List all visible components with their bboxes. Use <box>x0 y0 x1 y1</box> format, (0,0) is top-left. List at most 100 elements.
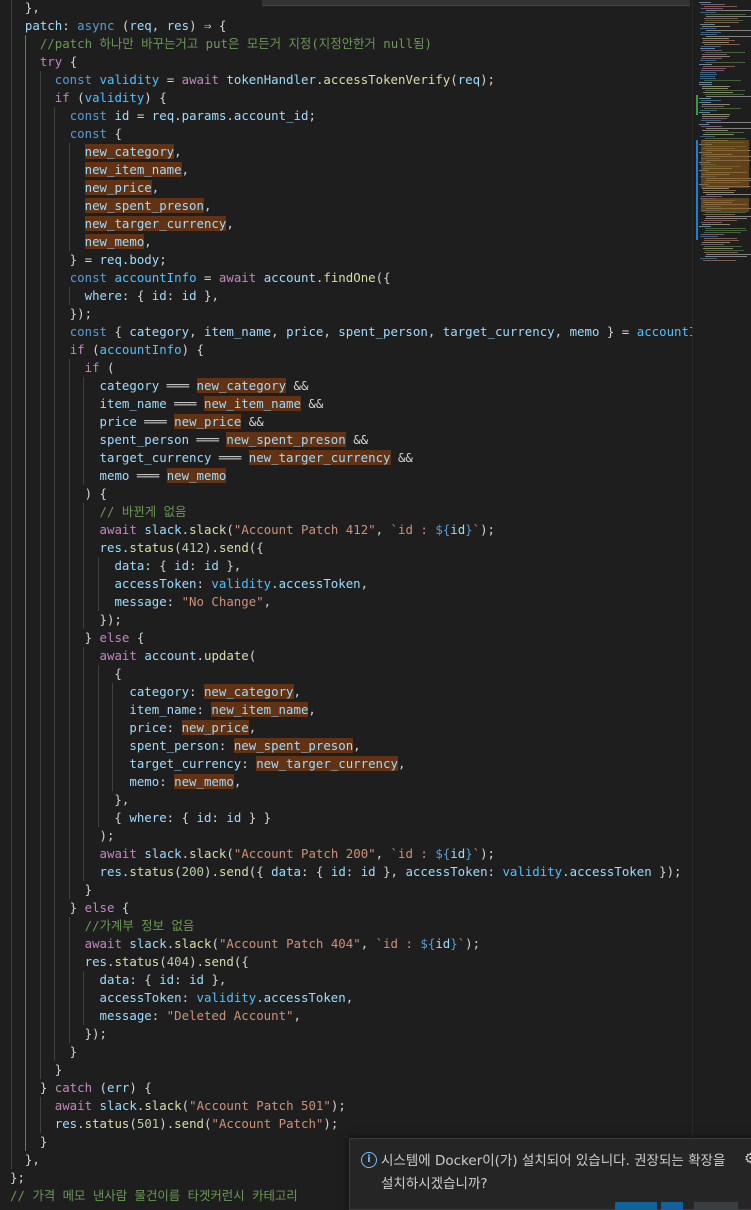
minimap-line <box>702 118 727 119</box>
minimap-line <box>701 222 722 223</box>
minimap-line <box>704 240 739 241</box>
code-line: await slack.slack("Account Patch 200", `… <box>99 846 496 861</box>
minimap-line <box>705 138 746 139</box>
code-line: accessToken: validity.accessToken, <box>99 990 354 1005</box>
code-line: try { <box>39 54 78 69</box>
minimap-line <box>704 246 742 247</box>
minimap-line <box>705 20 743 21</box>
code-line: message: "No Change", <box>114 594 272 609</box>
minimap-gutter-mark <box>696 140 698 240</box>
minimap-line <box>700 74 717 75</box>
code-line: category ═══ new_category && <box>99 378 309 393</box>
code-line: spent_person: new_spent_preson, <box>129 738 361 753</box>
code-line: }); <box>10 612 122 627</box>
code-line: data: { id: id }, <box>99 972 227 987</box>
minimap-line <box>702 56 730 57</box>
code-line: await slack.slack("Account Patch 412", `… <box>99 522 496 537</box>
minimap-line <box>700 236 718 237</box>
minimap-line <box>704 108 741 109</box>
minimap-line <box>702 86 730 87</box>
dismiss-button[interactable] <box>694 1202 738 1210</box>
code-line: }); <box>10 306 93 321</box>
code-line: await account.update( <box>99 648 257 663</box>
code-line: const id = req.params.account_id; <box>69 108 316 123</box>
minimap-line <box>705 90 745 91</box>
minimap-line <box>701 120 721 121</box>
minimap-gutter-mark <box>696 95 698 115</box>
minimap-line <box>702 224 730 225</box>
minimap-line <box>705 14 746 15</box>
code-line: } <box>10 1134 48 1149</box>
minimap-line <box>700 76 715 77</box>
minimap-line <box>703 248 733 249</box>
minimap-line <box>701 8 723 9</box>
minimap-line <box>704 238 737 239</box>
minimap-line <box>705 256 747 257</box>
code-line: item_name ═══ new_item_name && <box>99 396 324 411</box>
minimap-line <box>699 2 711 3</box>
code-line: { <box>10 666 122 681</box>
code-line: { where: { id: id } } <box>10 810 272 825</box>
minimap[interactable] <box>692 0 751 1205</box>
minimap-line <box>699 82 712 83</box>
minimap-line <box>703 190 736 191</box>
code-line: } catch (err) { <box>10 1080 152 1095</box>
minimap-line <box>704 18 738 19</box>
code-line: res.status(200).send({ data: { id: id },… <box>99 864 682 879</box>
code-editor[interactable]: }, patch: async (req, res) ⇒ { //patch 하… <box>0 0 692 1205</box>
minimap-line <box>705 212 746 213</box>
code-line: }, <box>10 0 40 15</box>
code-line: new_targer_currency, <box>84 216 234 231</box>
code-line: message: "Deleted Account", <box>99 1008 301 1023</box>
code-line: target_currency: new_targer_currency, <box>129 756 406 771</box>
minimap-line <box>700 28 716 29</box>
minimap-highlight <box>701 140 749 170</box>
minimap-line <box>706 30 751 31</box>
minimap-line <box>701 32 721 33</box>
minimap-line <box>700 34 717 35</box>
minimap-line <box>702 38 729 39</box>
minimap-line <box>702 104 730 105</box>
show-recommendations-button[interactable] <box>661 1202 683 1210</box>
minimap-line <box>701 50 722 51</box>
minimap-line <box>699 64 712 65</box>
code-line: const { category, item_name, price, spen… <box>69 324 692 339</box>
notification-toast[interactable]: i 시스템에 Docker이(가) 설치되어 있습니다. 권장되는 확장을 설치… <box>349 1138 751 1210</box>
minimap-line <box>704 232 741 233</box>
minimap-line <box>699 84 712 85</box>
minimap-line <box>704 220 737 221</box>
gear-icon[interactable]: ⚙ <box>744 1151 751 1167</box>
code-line: spent_person ═══ new_spent_preson && <box>99 432 369 447</box>
code-line: }, <box>10 792 130 807</box>
code-line: memo: new_memo, <box>129 774 242 789</box>
code-line: ) { <box>10 486 107 501</box>
code-line: new_price, <box>84 180 160 195</box>
minimap-line <box>706 254 751 255</box>
minimap-line <box>701 106 724 107</box>
minimap-line <box>700 60 716 61</box>
minimap-line <box>700 72 716 73</box>
code-line: new_item_name, <box>84 162 190 177</box>
code-line: patch: async (req, res) ⇒ { <box>24 18 227 33</box>
code-line: res.status(412).send({ <box>99 540 264 555</box>
code-line: const validity = await tokenHandler.acce… <box>54 72 496 87</box>
minimap-line <box>702 114 730 115</box>
minimap-line <box>701 126 722 127</box>
minimap-line <box>702 242 730 243</box>
minimap-line <box>706 216 751 217</box>
minimap-line <box>703 66 735 67</box>
minimap-line <box>705 230 747 231</box>
code-line: await slack.slack("Account Patch 501"); <box>54 1098 346 1113</box>
minimap-line <box>705 250 744 251</box>
install-button[interactable] <box>615 1202 657 1210</box>
code-line: await slack.slack("Account Patch 404", `… <box>84 936 481 951</box>
minimap-line <box>702 68 726 69</box>
minimap-line <box>705 94 744 95</box>
code-line: target_currency ═══ new_targer_currency … <box>99 450 413 465</box>
code-line: price: new_price, <box>129 720 257 735</box>
minimap-line <box>704 6 737 7</box>
minimap-line <box>701 244 724 245</box>
minimap-line <box>700 258 717 259</box>
minimap-line <box>701 234 724 235</box>
minimap-highlight <box>701 198 749 212</box>
